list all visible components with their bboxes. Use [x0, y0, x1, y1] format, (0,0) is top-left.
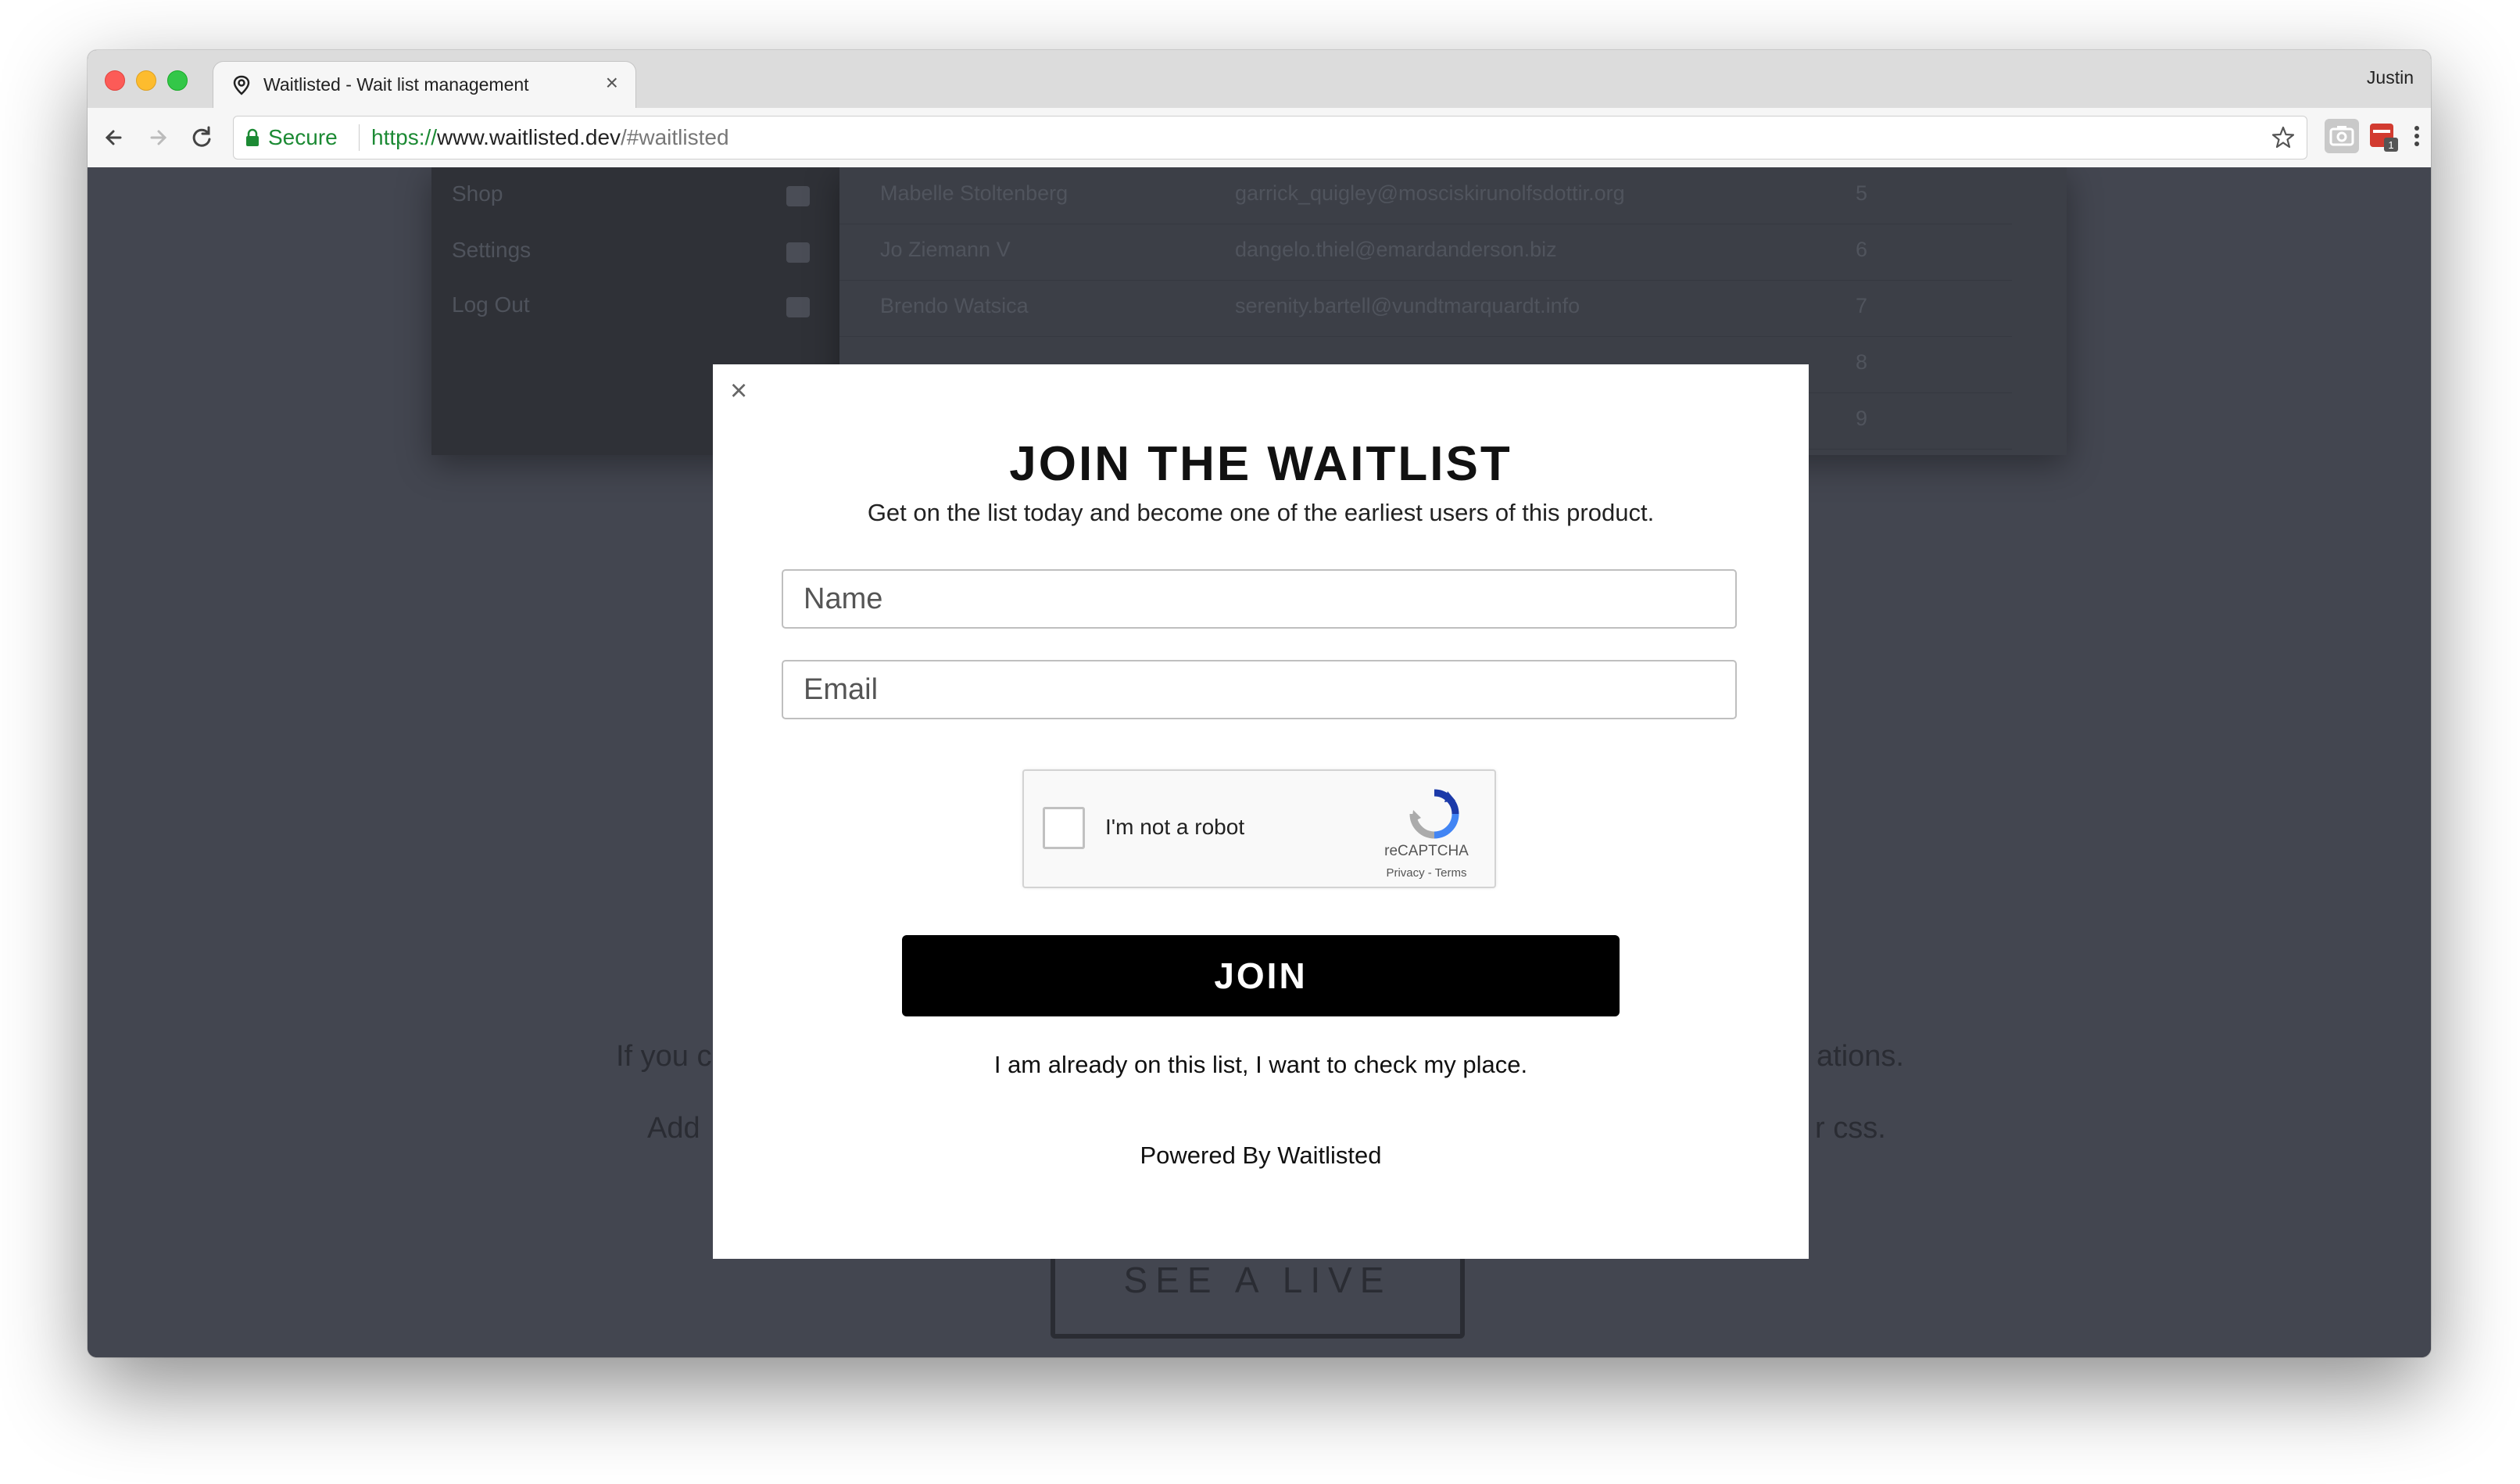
- sidebar-item-shop: Shop: [452, 181, 503, 206]
- table-cell-number: 5: [1856, 181, 1868, 205]
- tab-strip: Waitlisted - Wait list management × Just…: [88, 50, 2431, 109]
- waitlist-modal: × JOIN THE WAITLIST Get on the list toda…: [713, 364, 1809, 1259]
- close-window-button[interactable]: [105, 70, 125, 91]
- email-input[interactable]: [782, 660, 1737, 719]
- recaptcha-brand: reCAPTCHA: [1384, 843, 1469, 859]
- background-text-line1-right: ations.: [1817, 1040, 1904, 1073]
- name-input[interactable]: [782, 569, 1737, 629]
- recaptcha-checkbox[interactable]: [1043, 807, 1085, 849]
- page-content: Shop Settings Log Out Mabelle Stoltenber…: [88, 167, 2431, 1357]
- table-cell-number: 9: [1856, 407, 1868, 430]
- svg-text:1: 1: [2388, 139, 2393, 151]
- waitlisted-favicon-icon: [233, 75, 250, 95]
- join-button[interactable]: JOIN: [902, 935, 1620, 1016]
- profile-name[interactable]: Justin: [2367, 67, 2414, 88]
- omnibox-divider: [359, 124, 360, 151]
- maximize-window-button[interactable]: [167, 70, 188, 91]
- browser-tab[interactable]: Waitlisted - Wait list management ×: [213, 61, 636, 109]
- recaptcha-label: I'm not a robot: [1105, 815, 1245, 839]
- sidebar-item-settings: Settings: [452, 238, 532, 262]
- sidebar-item-logout: Log Out: [452, 292, 530, 317]
- browser-window: Waitlisted - Wait list management × Just…: [88, 50, 2431, 1357]
- url-scheme: https://: [371, 125, 438, 149]
- tab-close-icon[interactable]: ×: [606, 71, 618, 95]
- url-host: www.waitlisted.dev: [437, 125, 621, 149]
- minimize-window-button[interactable]: [136, 70, 156, 91]
- back-arrow-icon[interactable]: [97, 120, 131, 155]
- table-row: Mabelle Stoltenberg garrick_quigley@mosc…: [839, 167, 2012, 224]
- table-cell-email: garrick_quigley@mosciskirunolfsdottir.or…: [1235, 181, 1625, 205]
- bookmark-star-icon[interactable]: [2271, 125, 2296, 150]
- url-path: /#waitlisted: [621, 125, 729, 149]
- more-menu-icon[interactable]: [2407, 119, 2426, 153]
- tab-title: Waitlisted - Wait list management: [263, 74, 529, 95]
- table-row: Brendo Watsica serenity.bartell@vundtmar…: [839, 280, 2012, 337]
- gears-icon: [786, 242, 810, 263]
- table-cell-number: 7: [1856, 294, 1868, 317]
- check-place-link[interactable]: I am already on this list, I want to che…: [713, 1051, 1809, 1079]
- powered-by-text[interactable]: Powered By Waitlisted: [713, 1142, 1809, 1170]
- background-text-line2-left: Add: [647, 1112, 700, 1145]
- table-row: Jo Ziemann V dangelo.thiel@emardanderson…: [839, 224, 2012, 281]
- url-text: https://www.waitlisted.dev/#waitlisted: [371, 125, 729, 150]
- table-cell-name: Jo Ziemann V: [880, 238, 1011, 261]
- table-cell-name: Brendo Watsica: [880, 294, 1029, 317]
- browser-toolbar: Secure https://www.waitlisted.dev/#waitl…: [88, 108, 2431, 168]
- secure-label: Secure: [268, 125, 338, 149]
- close-icon[interactable]: ×: [730, 375, 747, 407]
- table-cell-name: Mabelle Stoltenberg: [880, 181, 1068, 205]
- logout-icon: [786, 297, 810, 317]
- forward-arrow-icon[interactable]: [141, 120, 175, 155]
- background-text-line1-left: If you c: [616, 1040, 712, 1073]
- address-bar[interactable]: Secure https://www.waitlisted.dev/#waitl…: [233, 116, 2307, 160]
- table-cell-number: 6: [1856, 238, 1868, 261]
- reload-icon[interactable]: [184, 120, 219, 155]
- calendar-extension-icon[interactable]: 1: [2368, 119, 2400, 153]
- lock-icon: [246, 128, 259, 146]
- recaptcha-widget: I'm not a robot reCAPTCHA Privacy - Term…: [1022, 769, 1496, 888]
- screenshot-extension-icon[interactable]: [2325, 119, 2359, 153]
- table-cell-email: dangelo.thiel@emardanderson.biz: [1235, 238, 1557, 261]
- recaptcha-logo-icon: [1409, 789, 1459, 839]
- modal-title: JOIN THE WAITLIST: [1009, 437, 1512, 491]
- table-cell-email: serenity.bartell@vundtmarquardt.info: [1235, 294, 1580, 317]
- modal-subtitle: Get on the list today and become one of …: [867, 499, 1655, 526]
- background-text-line2-right: r css.: [1815, 1112, 1886, 1145]
- cart-icon: [786, 186, 810, 206]
- table-cell-number: 8: [1856, 350, 1868, 374]
- recaptcha-privacy-terms-link[interactable]: Privacy - Terms: [1360, 866, 1493, 880]
